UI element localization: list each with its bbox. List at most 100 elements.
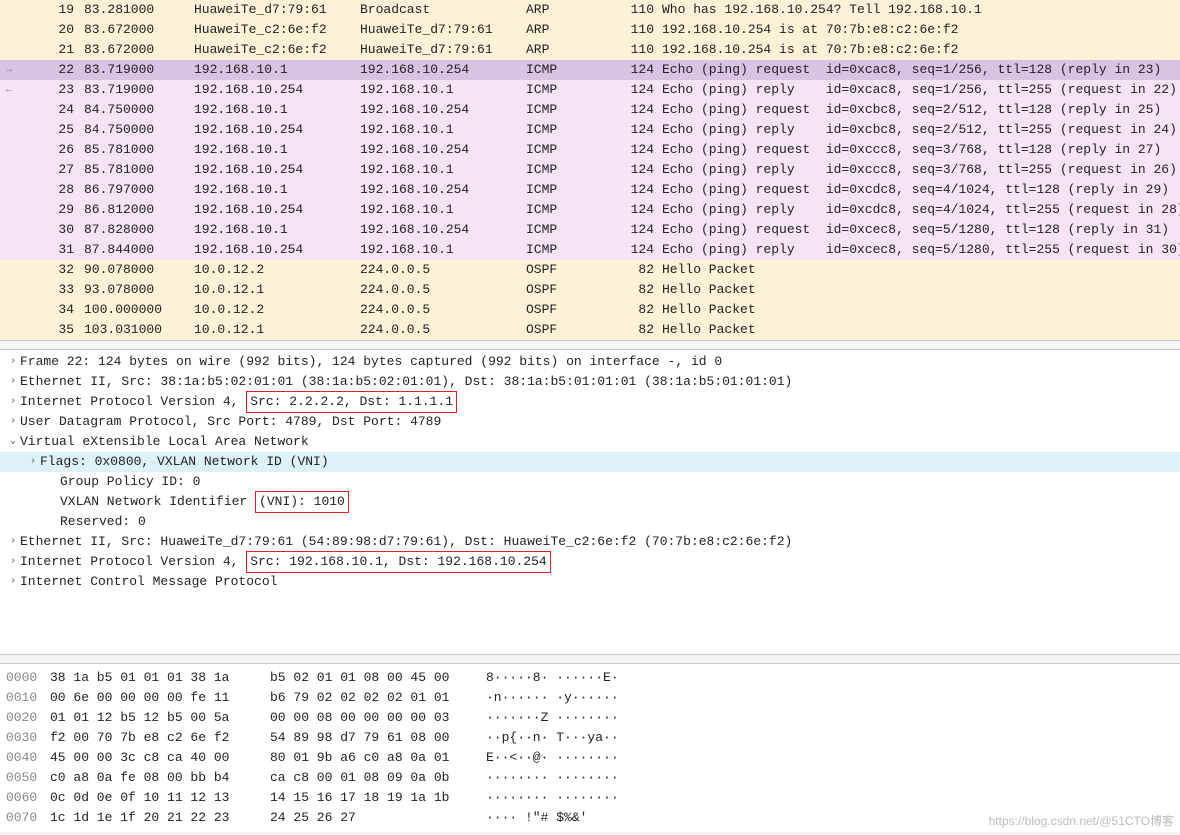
packet-destination: 192.168.10.254 [356,220,522,240]
packet-row[interactable]: 2083.672000HuaweiTe_c2:6e:f2HuaweiTe_d7:… [0,20,1180,40]
pane-divider-2[interactable] [0,654,1180,664]
tree-vxlan-reserved-label: Reserved: 0 [60,512,146,532]
packet-row[interactable]: 2584.750000192.168.10.254192.168.10.1ICM… [0,120,1180,140]
packet-length: 82 [610,260,658,280]
packet-protocol: ARP [522,40,610,60]
packet-details[interactable]: › Frame 22: 124 bytes on wire (992 bits)… [0,350,1180,654]
packet-length: 124 [610,240,658,260]
packet-destination: Broadcast [356,0,522,20]
packet-time: 83.719000 [80,60,190,80]
packet-row[interactable]: 2183.672000HuaweiTe_c2:6e:f2HuaweiTe_d7:… [0,40,1180,60]
packet-protocol: ICMP [522,100,610,120]
packet-length: 110 [610,40,658,60]
bytes-ascii: ········ ········ [472,788,1180,808]
tree-vxlan-flags-label: Flags: 0x0800, VXLAN Network ID (VNI) [40,452,329,472]
tree-vxlan-flags[interactable]: › Flags: 0x0800, VXLAN Network ID (VNI) [0,452,1180,472]
tree-ipv4-inner-label: Internet Protocol Version 4, [20,552,246,572]
packet-source: 192.168.10.1 [190,140,356,160]
packet-row[interactable]: 3290.07800010.0.12.2224.0.0.5OSPF82Hello… [0,260,1180,280]
packet-row[interactable]: 2986.812000192.168.10.254192.168.10.1ICM… [0,200,1180,220]
tree-vxlan-vni[interactable]: VXLAN Network Identifier (VNI): 1010 [0,492,1180,512]
packet-source: 192.168.10.1 [190,60,356,80]
bytes-row[interactable]: 004045 00 00 3c c8 ca 40 0080 01 9b a6 c… [0,748,1180,768]
packet-protocol: OSPF [522,300,610,320]
packet-protocol: ICMP [522,60,610,80]
tree-ethernet-inner-label: Ethernet II, Src: HuaweiTe_d7:79:61 (54:… [20,532,792,552]
bytes-hex: 80 01 9b a6 c0 a8 0a 01 [258,748,472,768]
bytes-row[interactable]: 002001 01 12 b5 12 b5 00 5a00 00 08 00 0… [0,708,1180,728]
packet-time: 83.719000 [80,80,190,100]
packet-time: 90.078000 [80,260,190,280]
bytes-offset: 0060 [0,788,50,808]
packet-source: 10.0.12.2 [190,260,356,280]
bytes-hex: 54 89 98 d7 79 61 08 00 [258,728,472,748]
bytes-offset: 0050 [0,768,50,788]
packet-destination: 224.0.0.5 [356,260,522,280]
chevron-right-icon: › [6,552,20,572]
packet-row[interactable]: 3087.828000192.168.10.1192.168.10.254ICM… [0,220,1180,240]
packet-info: Hello Packet [658,300,1180,320]
chevron-down-icon: ⌄ [6,432,20,452]
packet-protocol: OSPF [522,260,610,280]
bytes-row[interactable]: 0050c0 a8 0a fe 08 00 bb b4ca c8 00 01 0… [0,768,1180,788]
bytes-row[interactable]: 001000 6e 00 00 00 00 fe 11b6 79 02 02 0… [0,688,1180,708]
packet-row[interactable]: 2886.797000192.168.10.1192.168.10.254ICM… [0,180,1180,200]
packet-time: 93.078000 [80,280,190,300]
packet-source: 10.0.12.2 [190,300,356,320]
tree-icmp[interactable]: › Internet Control Message Protocol [0,572,1180,592]
packet-length: 110 [610,0,658,20]
packet-info: Hello Packet [658,280,1180,300]
packet-no: 33 [18,280,80,300]
tree-ipv4-outer[interactable]: › Internet Protocol Version 4, Src: 2.2.… [0,392,1180,412]
packet-protocol: ICMP [522,220,610,240]
packet-source: 10.0.12.1 [190,280,356,300]
packet-time: 103.031000 [80,320,190,340]
packet-row[interactable]: 2785.781000192.168.10.254192.168.10.1ICM… [0,160,1180,180]
bytes-row[interactable]: 0030f2 00 70 7b e8 c2 6e f254 89 98 d7 7… [0,728,1180,748]
packet-no: 28 [18,180,80,200]
packet-length: 82 [610,280,658,300]
packet-row[interactable]: →2283.719000192.168.10.1192.168.10.254IC… [0,60,1180,80]
packet-info: Echo (ping) reply id=0xcbc8, seq=2/512, … [658,120,1180,140]
packet-row[interactable]: 35103.03100010.0.12.1224.0.0.5OSPF82Hell… [0,320,1180,340]
packet-protocol: ICMP [522,180,610,200]
bytes-ascii: 8·····8· ······E· [472,668,1180,688]
packet-no: 21 [18,40,80,60]
chevron-right-icon: › [6,352,20,372]
packet-list[interactable]: 1983.281000HuaweiTe_d7:79:61BroadcastARP… [0,0,1180,340]
packet-length: 124 [610,100,658,120]
packet-bytes[interactable]: 000038 1a b5 01 01 01 38 1ab5 02 01 01 0… [0,664,1180,832]
bytes-hex: 38 1a b5 01 01 01 38 1a [50,668,258,688]
packet-row[interactable]: 2685.781000192.168.10.1192.168.10.254ICM… [0,140,1180,160]
packet-no: 24 [18,100,80,120]
tree-vxlan[interactable]: ⌄ Virtual eXtensible Local Area Network [0,432,1180,452]
bytes-row[interactable]: 000038 1a b5 01 01 01 38 1ab5 02 01 01 0… [0,668,1180,688]
packet-row[interactable]: ←2383.719000192.168.10.254192.168.10.1IC… [0,80,1180,100]
packet-row[interactable]: 1983.281000HuaweiTe_d7:79:61BroadcastARP… [0,0,1180,20]
bytes-hex: 00 6e 00 00 00 00 fe 11 [50,688,258,708]
packet-destination: 192.168.10.254 [356,100,522,120]
tree-ethernet[interactable]: › Ethernet II, Src: 38:1a:b5:02:01:01 (3… [0,372,1180,392]
tree-frame[interactable]: › Frame 22: 124 bytes on wire (992 bits)… [0,352,1180,372]
packet-length: 124 [610,180,658,200]
packet-length: 124 [610,140,658,160]
tree-udp[interactable]: › User Datagram Protocol, Src Port: 4789… [0,412,1180,432]
tree-ethernet-inner[interactable]: › Ethernet II, Src: HuaweiTe_d7:79:61 (5… [0,532,1180,552]
bytes-ascii: ·······Z ········ [472,708,1180,728]
packet-source: 192.168.10.1 [190,180,356,200]
packet-row[interactable]: 3393.07800010.0.12.1224.0.0.5OSPF82Hello… [0,280,1180,300]
tree-ipv4-inner[interactable]: › Internet Protocol Version 4, Src: 192.… [0,552,1180,572]
bytes-row[interactable]: 00600c 0d 0e 0f 10 11 12 1314 15 16 17 1… [0,788,1180,808]
packet-protocol: ARP [522,20,610,40]
packet-source: 192.168.10.254 [190,240,356,260]
packet-row[interactable]: 3187.844000192.168.10.254192.168.10.1ICM… [0,240,1180,260]
tree-vxlan-gpid[interactable]: Group Policy ID: 0 [0,472,1180,492]
packet-row[interactable]: 34100.00000010.0.12.2224.0.0.5OSPF82Hell… [0,300,1180,320]
packet-protocol: ICMP [522,120,610,140]
packet-time: 86.797000 [80,180,190,200]
chevron-right-icon: › [6,412,20,432]
packet-destination: 192.168.10.1 [356,120,522,140]
packet-row[interactable]: 2484.750000192.168.10.1192.168.10.254ICM… [0,100,1180,120]
pane-divider-1[interactable] [0,340,1180,350]
tree-vxlan-reserved[interactable]: Reserved: 0 [0,512,1180,532]
